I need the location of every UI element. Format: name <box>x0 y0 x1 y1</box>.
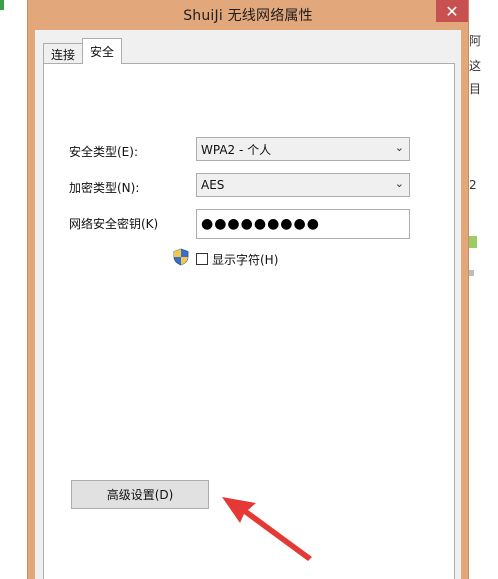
tab-security-label: 安全 <box>90 45 115 59</box>
network-key-input[interactable]: ●●●●●●●●● <box>196 209 410 239</box>
tab-connection-label: 连接 <box>51 47 76 62</box>
close-button[interactable]: ✕ <box>436 0 468 22</box>
show-characters-label[interactable]: 显示字符(H) <box>212 251 278 268</box>
security-panel: 安全类型(E): WPA2 - 个人 ⌄ 加密类型(N): AES ⌄ 网络安全… <box>43 63 455 579</box>
network-key-label: 网络安全密钥(K) <box>69 217 159 231</box>
encryption-type-value: AES <box>201 178 225 192</box>
chevron-down-icon: ⌄ <box>394 177 404 190</box>
dialog-title: ShuiJi 无线网络属性 <box>183 8 313 24</box>
uac-shield-icon <box>173 248 189 266</box>
background-glyph: 阿 <box>469 34 482 48</box>
tab-security[interactable]: 安全 <box>82 38 123 64</box>
tab-connection[interactable]: 连接 <box>43 43 84 64</box>
security-type-value: WPA2 - 个人 <box>201 142 272 157</box>
screenshot: 阿 这 目 2 ShuiJi 无线网络属性 ✕ 连接 安全 安全类型(E): W… <box>0 0 498 579</box>
title-bar[interactable]: ShuiJi 无线网络属性 <box>28 0 468 30</box>
encryption-type-label: 加密类型(N): <box>69 181 140 195</box>
background-glyph: 这 <box>469 59 482 73</box>
dialog-body: 连接 安全 安全类型(E): WPA2 - 个人 ⌄ 加密类型(N): AES … <box>35 30 461 579</box>
tab-strip: 连接 安全 <box>43 38 123 64</box>
security-type-label: 安全类型(E): <box>69 145 138 159</box>
wireless-properties-dialog: ShuiJi 无线网络属性 ✕ 连接 安全 安全类型(E): WPA2 - 个人… <box>27 0 469 579</box>
encryption-type-select[interactable]: AES ⌄ <box>196 173 410 197</box>
network-key-value: ●●●●●●●●● <box>201 216 320 232</box>
background-glyph: 2 <box>469 178 477 192</box>
background-glyph: 目 <box>469 82 482 96</box>
advanced-settings-button[interactable]: 高级设置(D) <box>71 480 209 509</box>
desktop-left-edge <box>0 0 27 579</box>
chevron-down-icon: ⌄ <box>394 141 404 154</box>
advanced-settings-label: 高级设置(D) <box>106 488 174 502</box>
desktop-green-marker <box>0 0 4 10</box>
security-type-select[interactable]: WPA2 - 个人 ⌄ <box>196 137 410 161</box>
close-icon: ✕ <box>445 1 459 21</box>
show-characters-checkbox[interactable] <box>196 253 208 265</box>
